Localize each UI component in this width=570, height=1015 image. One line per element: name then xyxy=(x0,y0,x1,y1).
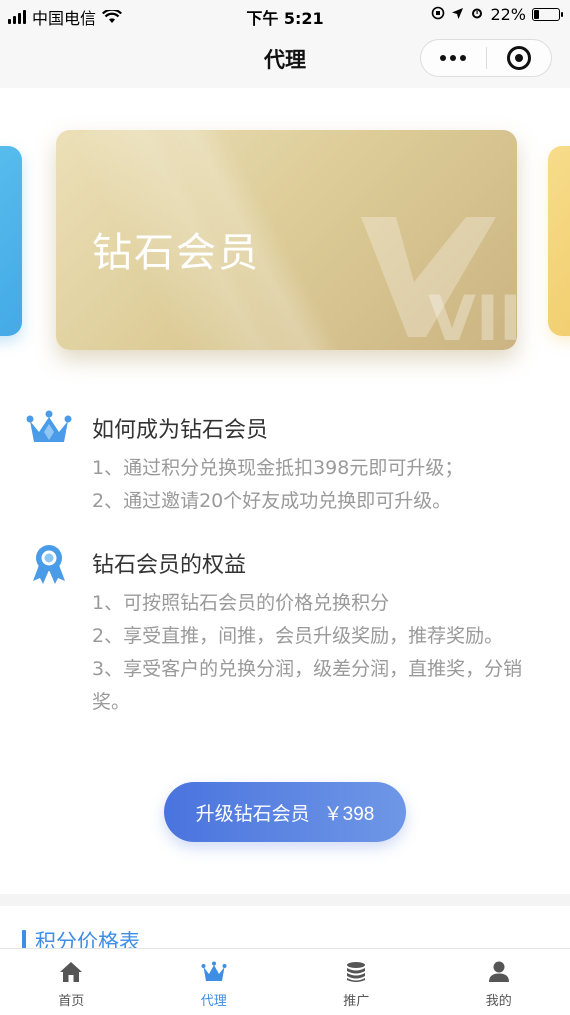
status-bar: 中国电信 下午 5:21 22% xyxy=(0,0,570,30)
battery-percent: 22% xyxy=(490,5,526,24)
benefits-header: 钻石会员的权益 xyxy=(0,543,570,584)
benefit-line: 2、享受直推，间推，会员升级奖励，推荐奖励。 xyxy=(92,625,504,647)
how-to-list: 1、通过积分兑换现金抵扣398元即可升级； 2、通过邀请20个好友成功兑换即可升… xyxy=(92,452,532,518)
tab-bar: 首页 代理 推广 我的 xyxy=(0,948,570,1015)
prev-card[interactable] xyxy=(0,146,22,336)
benefit-line: 1、可按照钻石会员的价格兑换积分 xyxy=(92,592,390,614)
home-icon xyxy=(58,959,84,985)
price-table-header: 积分价格表 xyxy=(0,906,570,954)
tab-label: 首页 xyxy=(58,994,85,1009)
diamond-member-card[interactable]: 钻石会员 VIP xyxy=(56,130,517,350)
how-to-line: 1、通过积分兑换现金抵扣398元即可升级； xyxy=(92,457,464,479)
membership-carousel[interactable]: 钻石会员 VIP xyxy=(0,88,570,388)
how-to-title: 如何成为钻石会员 xyxy=(92,418,269,443)
upgrade-label: 升级钻石会员 xyxy=(195,803,310,825)
tab-mine[interactable]: 我的 xyxy=(428,949,570,1015)
tab-label: 推广 xyxy=(343,994,370,1009)
more-button[interactable] xyxy=(421,40,486,76)
target-icon xyxy=(506,46,531,70)
how-to-section: 如何成为钻石会员 1、通过积分兑换现金抵扣398元即可升级； 2、通过邀请20个… xyxy=(0,408,570,528)
tab-home[interactable]: 首页 xyxy=(0,949,143,1015)
mini-program-capsule xyxy=(420,39,552,77)
benefits-section: 钻石会员的权益 1、可按照钻石会员的价格兑换积分 2、享受直推，间推，会员升级奖… xyxy=(0,543,570,763)
tab-label: 代理 xyxy=(200,994,227,1009)
tab-label: 我的 xyxy=(485,994,512,1009)
tab-promote[interactable]: 推广 xyxy=(285,949,428,1015)
battery-fill xyxy=(534,10,540,19)
user-icon xyxy=(486,959,512,985)
benefit-line: 3、享受客户的兑换分润，级差分润，直推奖，分销奖。 xyxy=(92,658,523,713)
card-title: 钻石会员 xyxy=(92,230,260,276)
coins-icon xyxy=(343,959,369,985)
nav-bar: 代理 xyxy=(0,30,570,88)
benefits-list: 1、可按照钻石会员的价格兑换积分 2、享受直推，间推，会员升级奖励，推荐奖励。 … xyxy=(92,587,532,719)
next-card[interactable] xyxy=(548,146,570,336)
location-icon xyxy=(451,5,464,24)
more-dots-icon xyxy=(440,55,467,61)
how-to-header: 如何成为钻石会员 xyxy=(0,408,570,448)
rotation-lock-icon xyxy=(431,5,445,24)
alarm-icon xyxy=(470,5,484,24)
section-divider xyxy=(0,894,570,906)
close-mini-program-button[interactable] xyxy=(487,40,552,76)
vip-watermark-icon: VIP xyxy=(361,217,516,347)
crown-icon xyxy=(26,410,72,442)
vip-watermark-text: VIP xyxy=(428,282,516,347)
how-to-line: 2、通过邀请20个好友成功兑换即可升级。 xyxy=(92,490,452,512)
upgrade-price: ￥398 xyxy=(323,803,375,825)
tab-agent[interactable]: 代理 xyxy=(143,949,286,1015)
ribbon-badge-icon xyxy=(33,545,65,584)
crown-icon xyxy=(201,959,227,985)
battery-icon xyxy=(532,8,563,21)
upgrade-button[interactable]: 升级钻石会员 ￥398 xyxy=(164,782,406,842)
benefits-title: 钻石会员的权益 xyxy=(92,553,247,578)
status-right: 22% xyxy=(431,5,563,24)
